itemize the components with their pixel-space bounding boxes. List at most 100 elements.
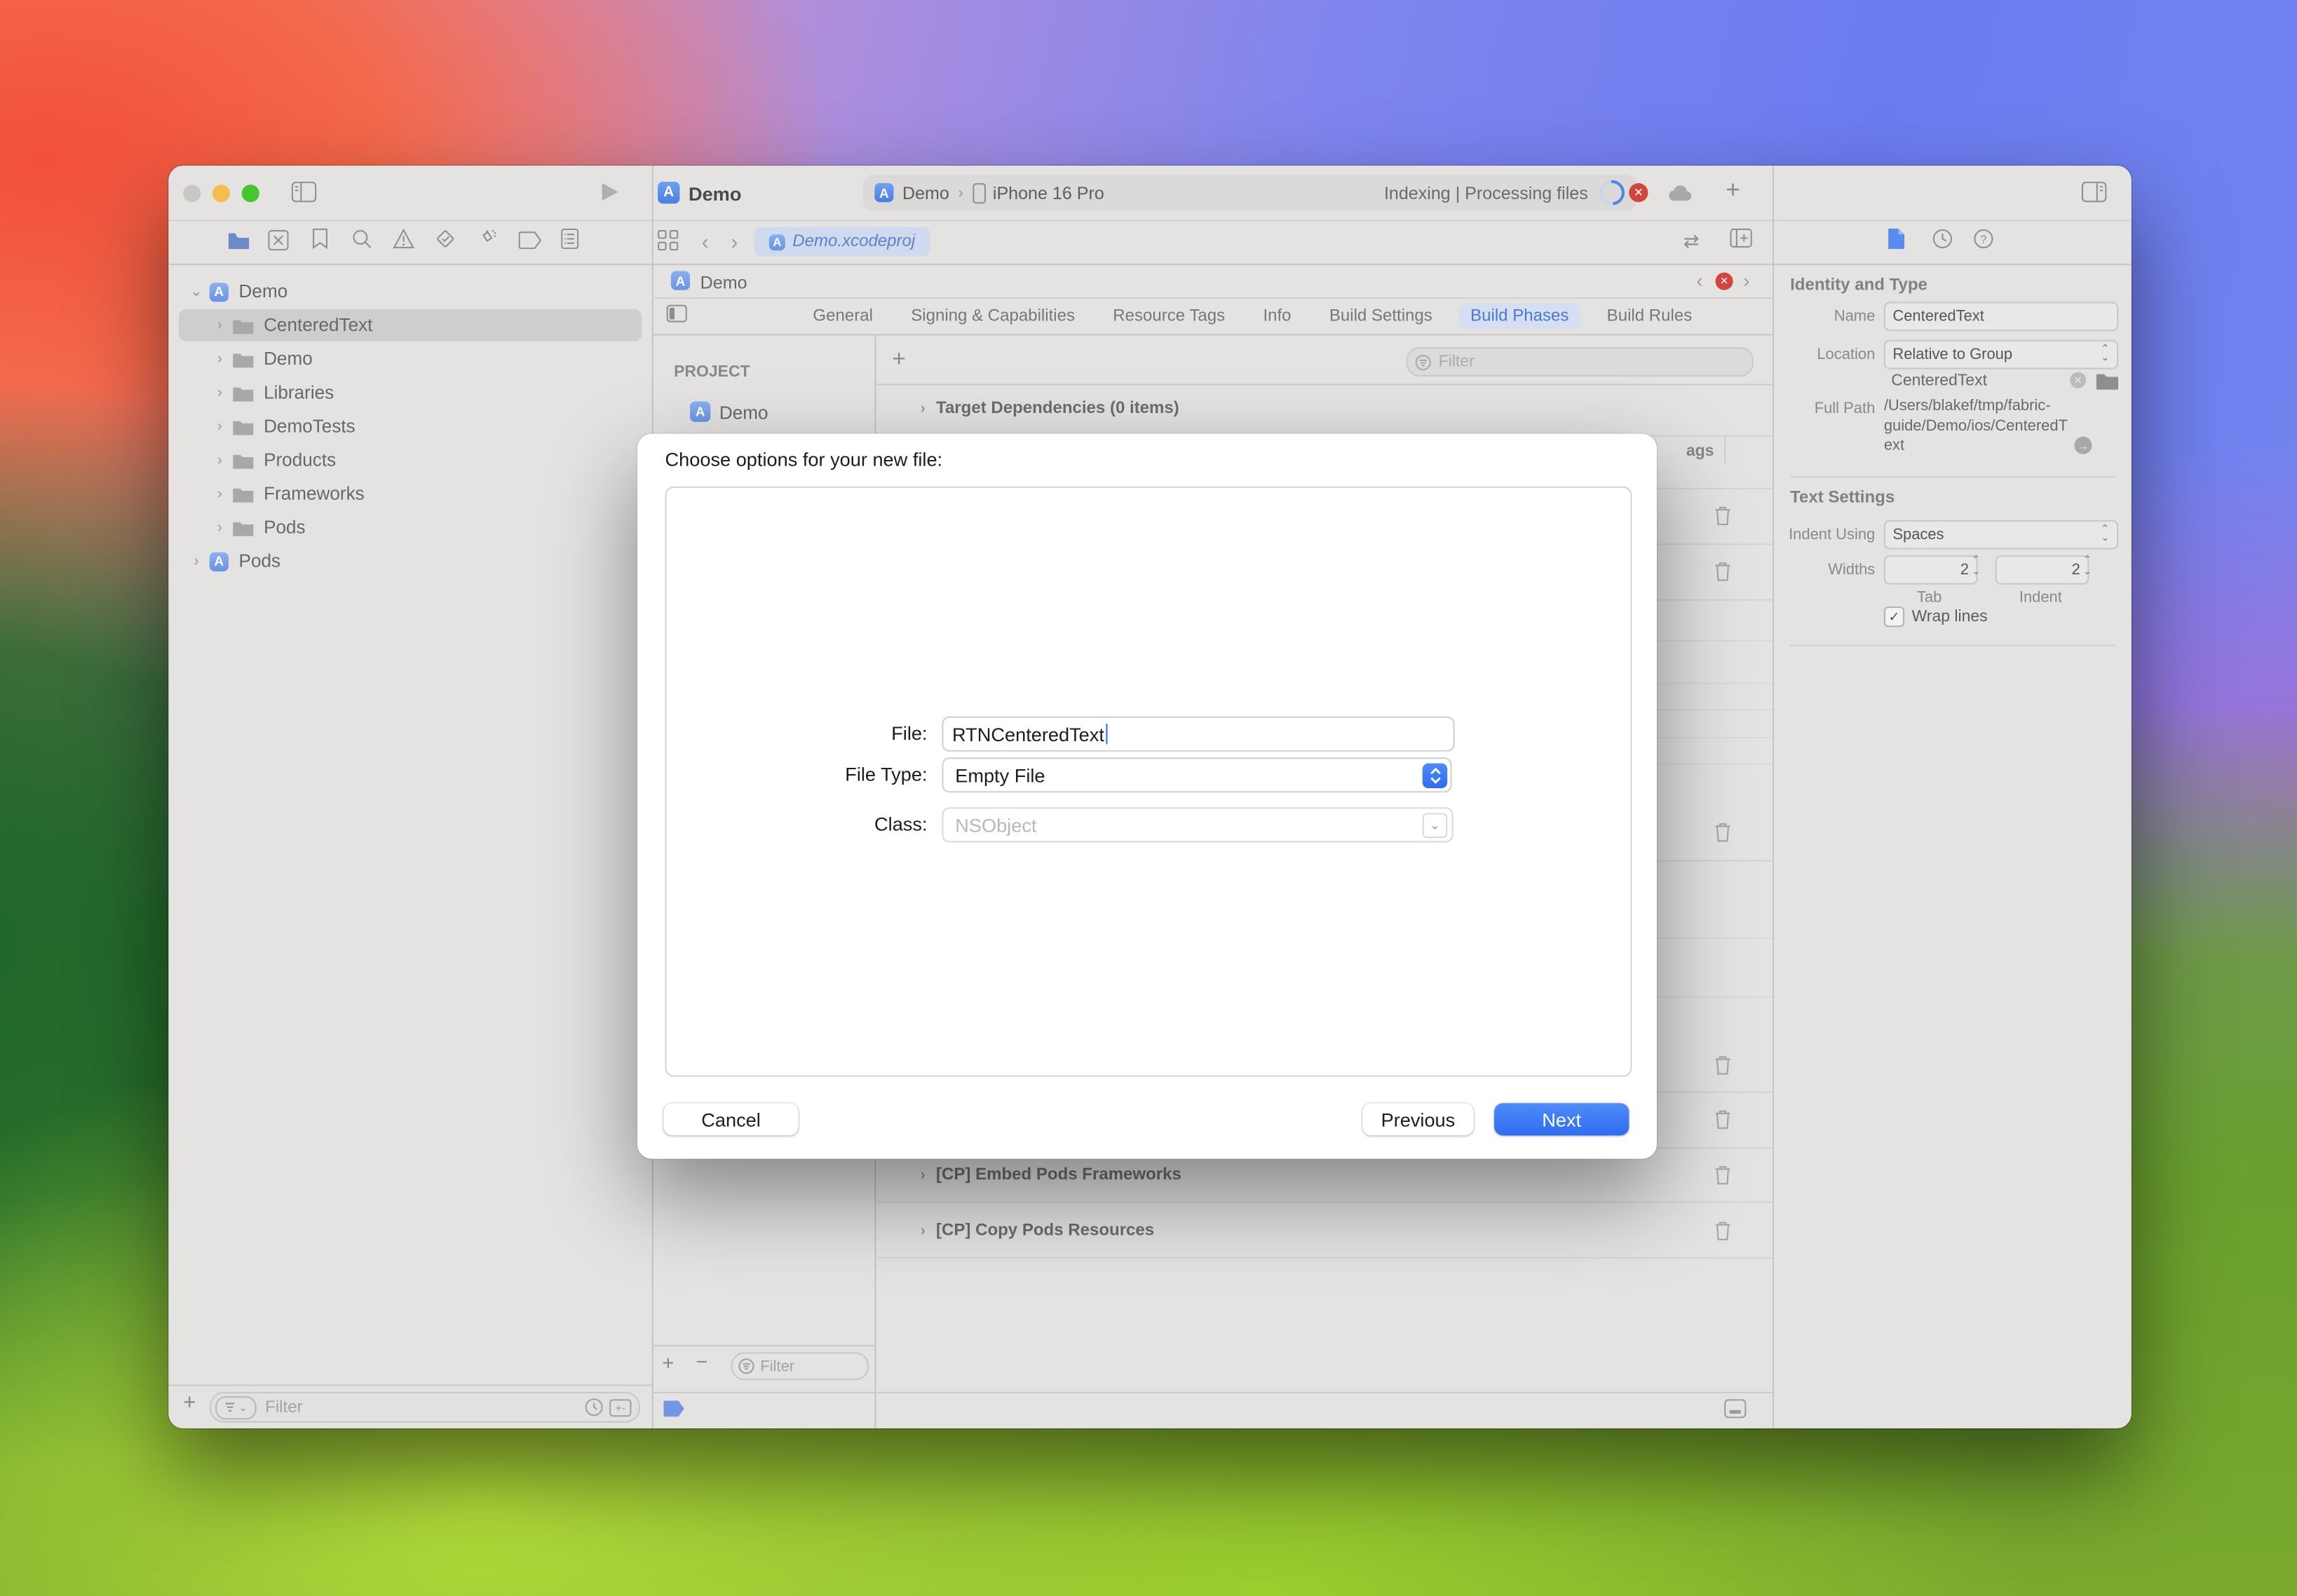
- file-type-popup[interactable]: Empty File: [942, 757, 1451, 792]
- history-inspector-icon[interactable]: [1932, 229, 1953, 249]
- navigator-toggle-icon[interactable]: [292, 182, 317, 202]
- nav-item-centeredtext[interactable]: › CenteredText: [168, 309, 651, 341]
- add-build-phase-button[interactable]: +: [892, 347, 906, 374]
- class-combobox[interactable]: NSObject ⌄: [942, 807, 1453, 842]
- disclosure-icon[interactable]: ›: [212, 317, 227, 333]
- code-review-icon[interactable]: ⇄: [1683, 230, 1700, 253]
- bookmark-navigator-icon[interactable]: [312, 229, 328, 249]
- subpane-remove-button[interactable]: −: [696, 1349, 707, 1372]
- source-control-navigator-icon[interactable]: [268, 230, 288, 250]
- disclosure-icon[interactable]: ›: [916, 1167, 930, 1183]
- cancel-button[interactable]: Cancel: [663, 1103, 798, 1135]
- disclosure-icon[interactable]: ›: [212, 351, 227, 367]
- phase-row-target-dependencies[interactable]: › Target Dependencies (0 items): [874, 391, 1773, 426]
- add-button[interactable]: +: [1726, 176, 1740, 205]
- indent-width-field[interactable]: 2: [1996, 555, 2089, 585]
- editor-tab[interactable]: A Demo.xcodeproj: [754, 227, 930, 257]
- run-button[interactable]: [602, 183, 618, 201]
- delete-phase-icon[interactable]: [1714, 822, 1731, 842]
- add-editor-icon[interactable]: [1730, 229, 1751, 248]
- phases-filter-field[interactable]: Filter: [1407, 347, 1754, 377]
- subpane-add-button[interactable]: +: [662, 1351, 674, 1374]
- open-path-arrow-icon[interactable]: →: [2074, 437, 2092, 454]
- phase-row-embed-pods[interactable]: › [CP] Embed Pods Frameworks: [874, 1156, 1773, 1193]
- tab-build-settings[interactable]: Build Settings: [1317, 303, 1444, 330]
- filter-options-icon[interactable]: ⌄: [215, 1395, 256, 1419]
- delete-phase-icon[interactable]: [1714, 506, 1731, 526]
- breadcrumb-error-badge[interactable]: ✕: [1716, 273, 1733, 290]
- disclosure-icon[interactable]: ›: [916, 400, 930, 417]
- nav-item-frameworks[interactable]: › Frameworks: [168, 478, 651, 510]
- help-inspector-icon[interactable]: ?: [1973, 229, 1993, 249]
- nav-item-demo-folder[interactable]: › Demo: [168, 343, 651, 375]
- disclosure-icon[interactable]: ›: [212, 486, 227, 502]
- disclosure-icon[interactable]: ›: [212, 520, 227, 536]
- delete-phase-icon[interactable]: [1714, 1109, 1731, 1130]
- tab-width-stepper[interactable]: ⌃⌄: [1972, 555, 1980, 579]
- tab-build-rules[interactable]: Build Rules: [1595, 303, 1704, 330]
- nav-item-pods-project[interactable]: › A Pods: [168, 545, 651, 577]
- find-navigator-icon[interactable]: [351, 229, 372, 249]
- tag-indicator-icon[interactable]: [663, 1400, 684, 1416]
- issue-navigator-icon[interactable]: [393, 229, 414, 249]
- error-badge[interactable]: ✕: [1629, 183, 1648, 202]
- project-navigator-icon[interactable]: [227, 231, 250, 250]
- file-name-input[interactable]: RTNCenteredText: [942, 717, 1454, 752]
- tab-width-field[interactable]: 2: [1884, 555, 1978, 585]
- disclosure-icon[interactable]: ›: [212, 452, 227, 468]
- nav-item-libraries[interactable]: › Libraries: [168, 377, 651, 409]
- nav-item-demotests[interactable]: › DemoTests: [168, 410, 651, 442]
- close-button[interactable]: [183, 184, 201, 202]
- back-icon[interactable]: ‹: [702, 230, 709, 253]
- name-field[interactable]: CenteredText: [1884, 302, 2118, 331]
- navigator-filter-field[interactable]: ⌄ Filter +-: [210, 1392, 640, 1423]
- tab-general[interactable]: General: [801, 303, 885, 330]
- next-button[interactable]: Next: [1494, 1103, 1629, 1135]
- phase-row-copy-pods[interactable]: › [CP] Copy Pods Resources: [874, 1212, 1773, 1250]
- nav-item-demo-project[interactable]: ⌄ A Demo: [168, 276, 651, 308]
- tab-info[interactable]: Info: [1252, 303, 1303, 330]
- debug-navigator-icon[interactable]: [477, 227, 498, 249]
- editor-grid-icon[interactable]: [658, 230, 678, 250]
- disclosure-icon[interactable]: ⌄: [189, 283, 204, 299]
- cloud-icon[interactable]: [1669, 184, 1694, 202]
- clear-group-icon[interactable]: ✕: [2070, 372, 2086, 388]
- disclosure-icon[interactable]: ›: [189, 553, 204, 569]
- breakpoint-navigator-icon[interactable]: [519, 231, 542, 249]
- recent-filter-icon[interactable]: [585, 1398, 604, 1416]
- location-popup[interactable]: Relative to Group ⌃⌄: [1884, 340, 2118, 370]
- disclosure-icon[interactable]: ›: [212, 418, 227, 434]
- bottom-bar-toggle-icon[interactable]: [1724, 1399, 1746, 1418]
- breadcrumb-target[interactable]: Demo: [700, 273, 747, 293]
- report-navigator-icon[interactable]: [561, 229, 578, 249]
- delete-phase-icon[interactable]: [1714, 561, 1731, 581]
- breadcrumb-back-icon[interactable]: ‹: [1696, 269, 1702, 291]
- zoom-button[interactable]: [242, 184, 259, 202]
- test-navigator-icon[interactable]: [435, 229, 456, 249]
- indent-width-stepper[interactable]: ⌃⌄: [2083, 555, 2092, 579]
- subpane-filter-field[interactable]: Filter: [731, 1352, 869, 1380]
- scheme-device[interactable]: iPhone 16 Pro: [993, 182, 1104, 203]
- tab-resource-tags[interactable]: Resource Tags: [1102, 303, 1237, 330]
- forward-icon[interactable]: ›: [731, 230, 738, 253]
- previous-button[interactable]: Previous: [1362, 1103, 1474, 1135]
- nav-item-pods-folder[interactable]: › Pods: [168, 511, 651, 543]
- inspector-toggle-icon[interactable]: [2082, 182, 2107, 202]
- plus-minus-filter-icon[interactable]: +-: [609, 1398, 631, 1416]
- choose-folder-icon[interactable]: [2096, 372, 2118, 390]
- delete-phase-icon[interactable]: [1714, 1165, 1731, 1185]
- project-row-label[interactable]: Demo: [719, 403, 768, 424]
- disclosure-icon[interactable]: ›: [916, 1223, 930, 1239]
- scheme-target[interactable]: Demo: [902, 182, 949, 203]
- indent-using-popup[interactable]: Spaces ⌃⌄: [1884, 520, 2118, 550]
- delete-phase-icon[interactable]: [1714, 1220, 1731, 1240]
- breadcrumb-forward-icon[interactable]: ›: [1743, 269, 1749, 291]
- nav-add-button[interactable]: +: [183, 1391, 196, 1416]
- editor-sidebar-toggle-icon[interactable]: [667, 305, 687, 323]
- minimize-button[interactable]: [212, 184, 230, 202]
- disclosure-icon[interactable]: ›: [212, 384, 227, 400]
- wrap-lines-checkbox[interactable]: ✓: [1884, 607, 1904, 627]
- delete-phase-icon[interactable]: [1714, 1055, 1731, 1075]
- tab-build-phases[interactable]: Build Phases: [1458, 303, 1580, 330]
- tab-signing[interactable]: Signing & Capabilities: [900, 303, 1087, 330]
